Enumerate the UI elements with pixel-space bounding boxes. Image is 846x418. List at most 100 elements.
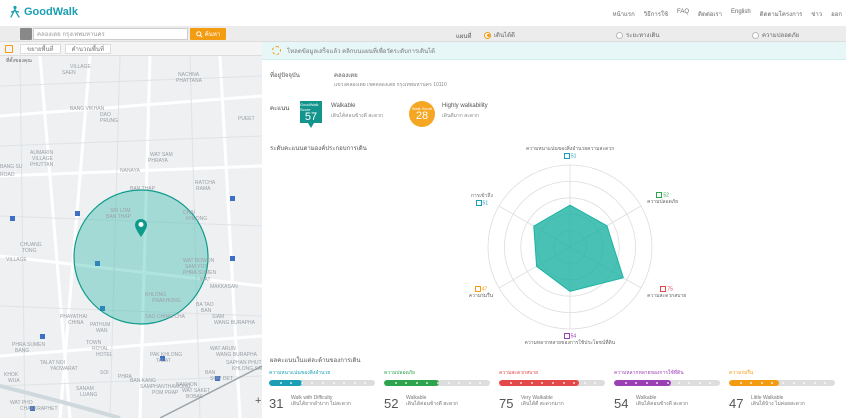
map-place-label: BAN THAP	[106, 214, 132, 220]
map-canvas[interactable]: VILLAGESAEN NACHNAPHATTANABANG VIKHANDAOP…	[0, 56, 262, 418]
mode-option-distance[interactable]: ระยะทางเดิน	[616, 30, 660, 40]
category-score: 47	[729, 396, 744, 411]
category-card[interactable]: ความปลอดภัย 52 Walkable เดินได้ค่อนข้างดี ส…	[384, 369, 490, 411]
mode-option-walkable[interactable]: เดินได้ดี	[484, 30, 515, 40]
nav-link[interactable]: English	[731, 9, 751, 19]
category-desc: เดินได้ค่อนข้างดี สะดวก	[636, 401, 689, 407]
map-place-label: BAN	[201, 308, 212, 314]
category-card[interactable]: ความร่มรื่น 47 Little Walkable เดินได้บ้าง …	[729, 369, 835, 411]
category-name: ความปลอดภัย	[384, 370, 415, 376]
category-name: ความสะดวกสบาย	[499, 370, 539, 376]
info-banner: โหลดข้อมูลเสร็จแล้ว คลิกบนแผนที่เพื่อวัด…	[262, 42, 846, 60]
pin-icon[interactable]	[5, 45, 13, 53]
radar-value-marker	[656, 192, 663, 198]
mode-option-label: ระยะทางเดิน	[626, 33, 660, 39]
address-detail: แขวงคลองเตย เขตคลองเตย กรุงเทพมหานคร 101…	[334, 82, 447, 88]
bar-tick	[624, 382, 627, 384]
radar-axis-name: ความหลากหลายของการใช้ประโยชน์ที่ดิน	[524, 340, 616, 347]
bar-tick	[322, 382, 324, 384]
walker-icon	[10, 5, 20, 18]
bar-tick	[594, 382, 597, 384]
map-place-label: POM PRAP	[152, 390, 179, 396]
zoom-area-button[interactable]: ขยายพื้นที่	[20, 43, 61, 54]
nav-link[interactable]: ออก	[831, 9, 842, 19]
calculate-area-button[interactable]: คำนวณพื้นที่	[64, 43, 111, 54]
map-place-label: MAKKASAN	[210, 284, 238, 290]
map-place-label: TALAT	[156, 358, 171, 364]
map-place-label: LUANG	[80, 392, 97, 398]
category-card[interactable]: ความหลากหลายของการใช้ที่ดิน 54 Walkable เดิ…	[614, 369, 720, 411]
radar-value-marker	[474, 286, 481, 292]
bar-tick	[782, 382, 784, 384]
categories-title: ผลคะแนนในแต่ละด้านของการเดิน	[270, 358, 361, 364]
category-card[interactable]: ความหนาแน่นของสิ่งอำนวย 31 Walk with Diffi…	[269, 369, 375, 411]
badge-tag: GoodWalk Score	[300, 101, 319, 112]
category-desc: เดินได้ดี สะดวกมาก	[521, 401, 564, 407]
nav-link[interactable]: ติดตามโครงการ	[760, 9, 803, 19]
bar-tick	[709, 382, 712, 384]
bar-tick	[458, 382, 461, 384]
map-place-label: WANG BURAPHA	[214, 320, 256, 326]
radar-axis-value: 51	[570, 153, 577, 160]
category-score: 31	[269, 396, 284, 411]
nav-link[interactable]: ติดต่อเรา	[698, 9, 722, 19]
bar-tick	[468, 382, 471, 384]
map-place-label: BANG SU	[0, 164, 23, 170]
map-place-label: KHLONG SAN	[232, 366, 262, 372]
category-name: ความหนาแน่นของสิ่งอำนวย	[269, 370, 331, 376]
app-name: GoodWalk	[24, 6, 78, 18]
map-place-label: BANG	[15, 348, 29, 354]
radar-value-marker	[563, 333, 570, 339]
map-toolbar: ขยายพื้นที่ คำนวณพื้นที่	[0, 42, 262, 56]
map-place-label: TONG	[22, 248, 36, 254]
map-place-label: YAOWARAT	[50, 366, 78, 372]
radar-axis-name: ความหนาแน่นของสิ่งอำนวยความสะดวก	[526, 146, 615, 152]
category-card[interactable]: ความสะดวกสบาย 75 Very Walkable เดินได้ดี สะ…	[499, 369, 605, 411]
walk-score-text: Highly walkability เดินดีมาก สะดวก	[442, 103, 488, 120]
map-place-label: VILLAGE	[6, 257, 28, 263]
radar-value-marker	[475, 200, 482, 206]
nav-link[interactable]: ข่าว	[811, 9, 822, 19]
map-place-label: KHLONG	[186, 216, 207, 222]
category-score-bar	[729, 380, 835, 386]
location-icon[interactable]	[20, 28, 32, 40]
mode-option-safety[interactable]: ความปลอดภัย	[752, 30, 799, 40]
map-place-label: CHAKKRAPHET	[20, 406, 58, 412]
bar-tick	[688, 382, 691, 384]
category-score: 54	[614, 396, 629, 411]
map-place-label: PRUNG	[100, 118, 118, 124]
search-input[interactable]	[33, 28, 188, 40]
category-name: ความร่มรื่น	[729, 370, 754, 376]
category-score-bar	[614, 380, 720, 386]
zoom-in-button[interactable]: +	[255, 395, 261, 407]
search-button[interactable]: ค้นหา	[190, 28, 226, 40]
radar-axis-label: 52 ความปลอดภัย	[647, 192, 678, 206]
map[interactable]: VILLAGE SAEN NACHNA PHATTANA BANG VIKHAN DAO P…	[0, 56, 262, 418]
map-place-label: NANAYA	[120, 168, 140, 174]
category-score-bar	[499, 380, 605, 386]
category-score-bar	[384, 380, 490, 386]
radar-axis-label: 54 ความหลากหลายของการใช้ประโยชน์ที่ดิน	[524, 333, 616, 347]
bar-tick	[332, 382, 335, 384]
logo[interactable]: GoodWalk	[8, 5, 78, 19]
bar-tick	[300, 382, 303, 384]
radar-axis-name: ความร่มรื่น	[468, 293, 494, 300]
map-place-label: WANG BURAPHA	[216, 352, 258, 358]
radar-axis-label: 47 ความร่มรื่น	[469, 286, 493, 300]
goodwalk-app: GoodWalk หน้าแรก วิธีการใช้ FAQ ติดต่อเรา En…	[0, 0, 846, 418]
bar-tick	[583, 382, 586, 384]
radar-axis-value: 51	[482, 200, 489, 207]
radar-axis-label: 75 ความสะดวกสบาย	[647, 286, 686, 300]
bar-tick	[645, 382, 648, 384]
bar-tick	[394, 382, 397, 384]
nav-link[interactable]: FAQ	[677, 9, 689, 19]
nav-link[interactable]: หน้าแรก	[613, 9, 635, 19]
category-desc: เดินได้ค่อนข้างดี สะดวก	[406, 401, 459, 407]
nav-link[interactable]: วิธีการใช้	[644, 9, 668, 19]
goodwalk-score-desc: เดินได้ค่อนข้างดี สะดวก	[331, 113, 384, 119]
location-marker-icon[interactable]	[134, 218, 148, 238]
bar-tick	[479, 382, 482, 384]
banner-text: โหลดข้อมูลเสร็จแล้ว คลิกบนแผนที่เพื่อวัด…	[287, 48, 436, 55]
loading-icon	[272, 46, 281, 55]
mode-option-label: ความปลอดภัย	[762, 33, 800, 39]
